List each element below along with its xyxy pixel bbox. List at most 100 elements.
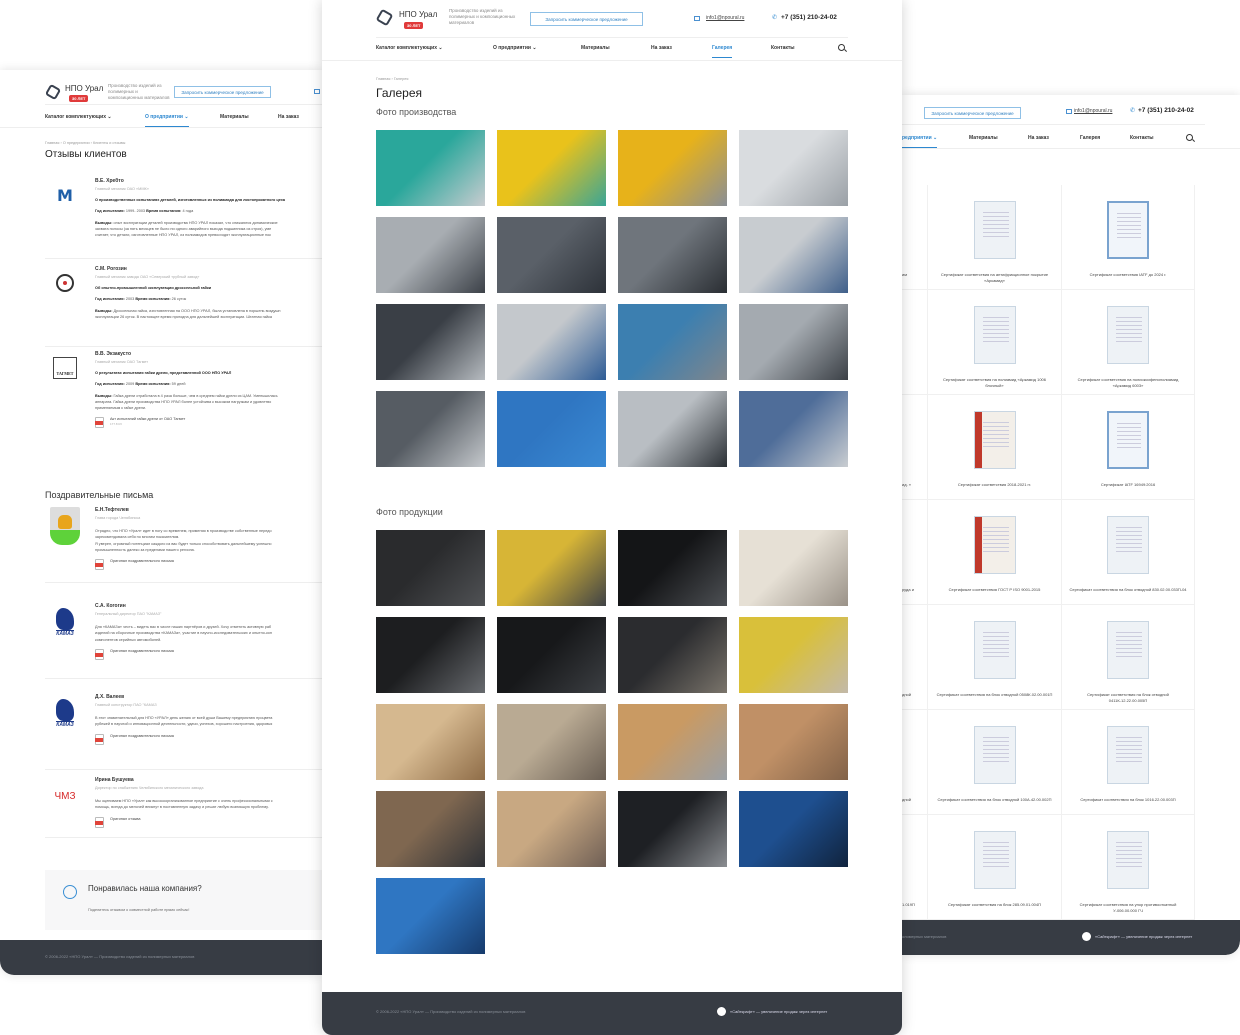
logo-icon[interactable] [375,8,394,27]
production-photo[interactable] [739,217,848,293]
nav-gallery[interactable]: Галерея [712,45,733,58]
certificate-card-partial[interactable]: 1.019П [902,815,928,920]
certificate-card[interactable]: Сертификат соответствия на блок отводной… [1062,605,1195,710]
certificate-thumbnail[interactable] [1107,201,1149,259]
product-photo[interactable] [739,617,848,693]
certificate-card[interactable]: Сертификат соответствия ГОСТ Р ISO 9001-… [928,500,1062,605]
certificate-thumbnail[interactable] [973,726,1016,784]
certificate-thumbnail[interactable] [1107,621,1149,679]
certificate-thumbnail[interactable] [973,201,1016,259]
production-photo[interactable] [376,391,485,467]
production-photo[interactable] [739,304,848,380]
certificate-thumbnail[interactable] [973,516,1016,574]
certificate-card[interactable]: Сертификат соответствия на блок отводной… [928,710,1062,815]
production-photo[interactable] [497,304,606,380]
certificate-card-partial[interactable]: им [902,185,928,290]
production-photo[interactable] [497,217,606,293]
certificate-thumbnail[interactable] [973,621,1016,679]
nav-catalog[interactable]: Каталог комплектующих ⌄ [376,45,443,51]
request-quote-button[interactable]: Запросить коммерческое предложение [924,107,1021,119]
product-photo[interactable] [497,530,606,606]
certificate-card[interactable]: Сертификат соответствия на блок 1016.22.… [1062,710,1195,815]
email-link[interactable]: info1@npoural.ru [706,15,744,21]
product-photo[interactable] [376,878,485,954]
nav-gallery[interactable]: Галерея [1080,135,1100,141]
product-photo[interactable] [376,704,485,780]
product-photo[interactable] [376,530,485,606]
certificate-card[interactable]: Сертификат соответствия IATF до 2024 г. [1062,185,1195,290]
certificate-thumbnail[interactable] [1107,306,1149,364]
nav-contacts[interactable]: Контакты [771,45,795,51]
production-photo[interactable] [376,217,485,293]
certificate-card-partial[interactable]: дной [902,605,928,710]
nav-contacts[interactable]: Контакты [1130,135,1154,141]
nav-materials[interactable]: Материалы [581,45,610,51]
phone-link[interactable]: +7 (351) 210-24-02 [1138,107,1194,114]
certificate-card[interactable]: Сертификат соответствия на антифрикционн… [928,185,1062,290]
certificate-card[interactable]: Сертификат соответствия на упор противоо… [1062,815,1195,920]
search-icon[interactable] [1186,134,1193,141]
document-link[interactable]: Оригинал отзыва [95,816,322,828]
product-photo[interactable] [739,704,848,780]
certificate-card-partial[interactable]: дной [902,710,928,815]
production-photo[interactable] [497,130,606,206]
document-title[interactable]: Оригинал отзыва [110,817,141,822]
production-photo[interactable] [739,130,848,206]
logo-icon[interactable] [44,83,62,101]
product-photo[interactable] [497,617,606,693]
developer-link[interactable]: «Сайткрафт» — увеличение продаж через ин… [717,1007,827,1016]
production-photo[interactable] [739,391,848,467]
nav-about[interactable]: редприятии ⌄ [902,135,938,148]
product-photo[interactable] [618,704,727,780]
production-photo[interactable] [376,304,485,380]
certificate-card[interactable]: Сертификат соответствия на полиамид «Арк… [928,290,1062,395]
certificate-card[interactable]: Сертификат IATF 16949:2016 [1062,395,1195,500]
certificate-card[interactable]: Сертификат соответствия 2018-2021 гг. [928,395,1062,500]
product-photo[interactable] [739,791,848,867]
certificate-card[interactable]: Сертификат соответствия на блок отводной… [1062,500,1195,605]
document-link[interactable]: Оригинал поздравительного письма [95,733,322,745]
certificate-thumbnail[interactable] [1107,831,1149,889]
certificate-card-partial[interactable]: ид. » [902,395,928,500]
nav-about[interactable]: О предприятии ⌄ [493,45,537,51]
certificate-thumbnail[interactable] [973,411,1016,469]
phone-link[interactable]: +7 (351) 210-24-02 [781,14,837,21]
production-photo[interactable] [618,304,727,380]
certificate-thumbnail[interactable] [1107,411,1149,469]
nav-custom[interactable]: На заказ [651,45,672,51]
breadcrumb[interactable]: Главная › Галерея [376,77,408,81]
product-photo[interactable] [618,791,727,867]
production-photo[interactable] [618,130,727,206]
nav-materials[interactable]: Материалы [220,114,249,120]
document-title[interactable]: Оригинал поздравительного письма [110,559,174,564]
brand-name[interactable]: НПО Урал [65,84,103,93]
product-photo[interactable] [376,791,485,867]
certificate-card[interactable]: Сертификат соответствия на полиоксифенил… [1062,290,1195,395]
product-photo[interactable] [376,617,485,693]
nav-about[interactable]: О предприятии ⌄ [145,114,189,127]
product-photo[interactable] [497,791,606,867]
callout-link[interactable]: Поделитесь отзывом о совместной работе п… [88,908,189,912]
production-photo[interactable] [497,391,606,467]
search-icon[interactable] [838,44,845,51]
nav-catalog[interactable]: Каталог комплектующих ⌄ [45,114,112,120]
certificate-card[interactable]: Сертификат соответствия на блок 285.09.0… [928,815,1062,920]
email-link[interactable]: info1@npoural.ru [1074,108,1112,114]
document-link[interactable]: Акт испытаний гайки дрели от ОАО Тагмет 1… [95,417,322,428]
product-photo[interactable] [497,704,606,780]
production-photo[interactable] [618,217,727,293]
production-photo[interactable] [618,391,727,467]
document-title[interactable]: Оригинал поздравительного письма [110,649,174,654]
certificate-thumbnail[interactable] [1107,726,1149,784]
nav-custom[interactable]: На заказ [1028,135,1049,141]
nav-materials[interactable]: Материалы [969,135,998,141]
brand-name[interactable]: НПО Урал [399,10,437,19]
certificate-card-partial[interactable]: руда и [902,500,928,605]
certificate-thumbnail[interactable] [973,831,1016,889]
mail-icon[interactable] [314,89,320,94]
product-photo[interactable] [618,530,727,606]
certificate-thumbnail[interactable] [973,306,1016,364]
request-quote-button[interactable]: Запросить коммерческое предложение [174,86,271,98]
production-photo[interactable] [376,130,485,206]
product-photo[interactable] [739,530,848,606]
